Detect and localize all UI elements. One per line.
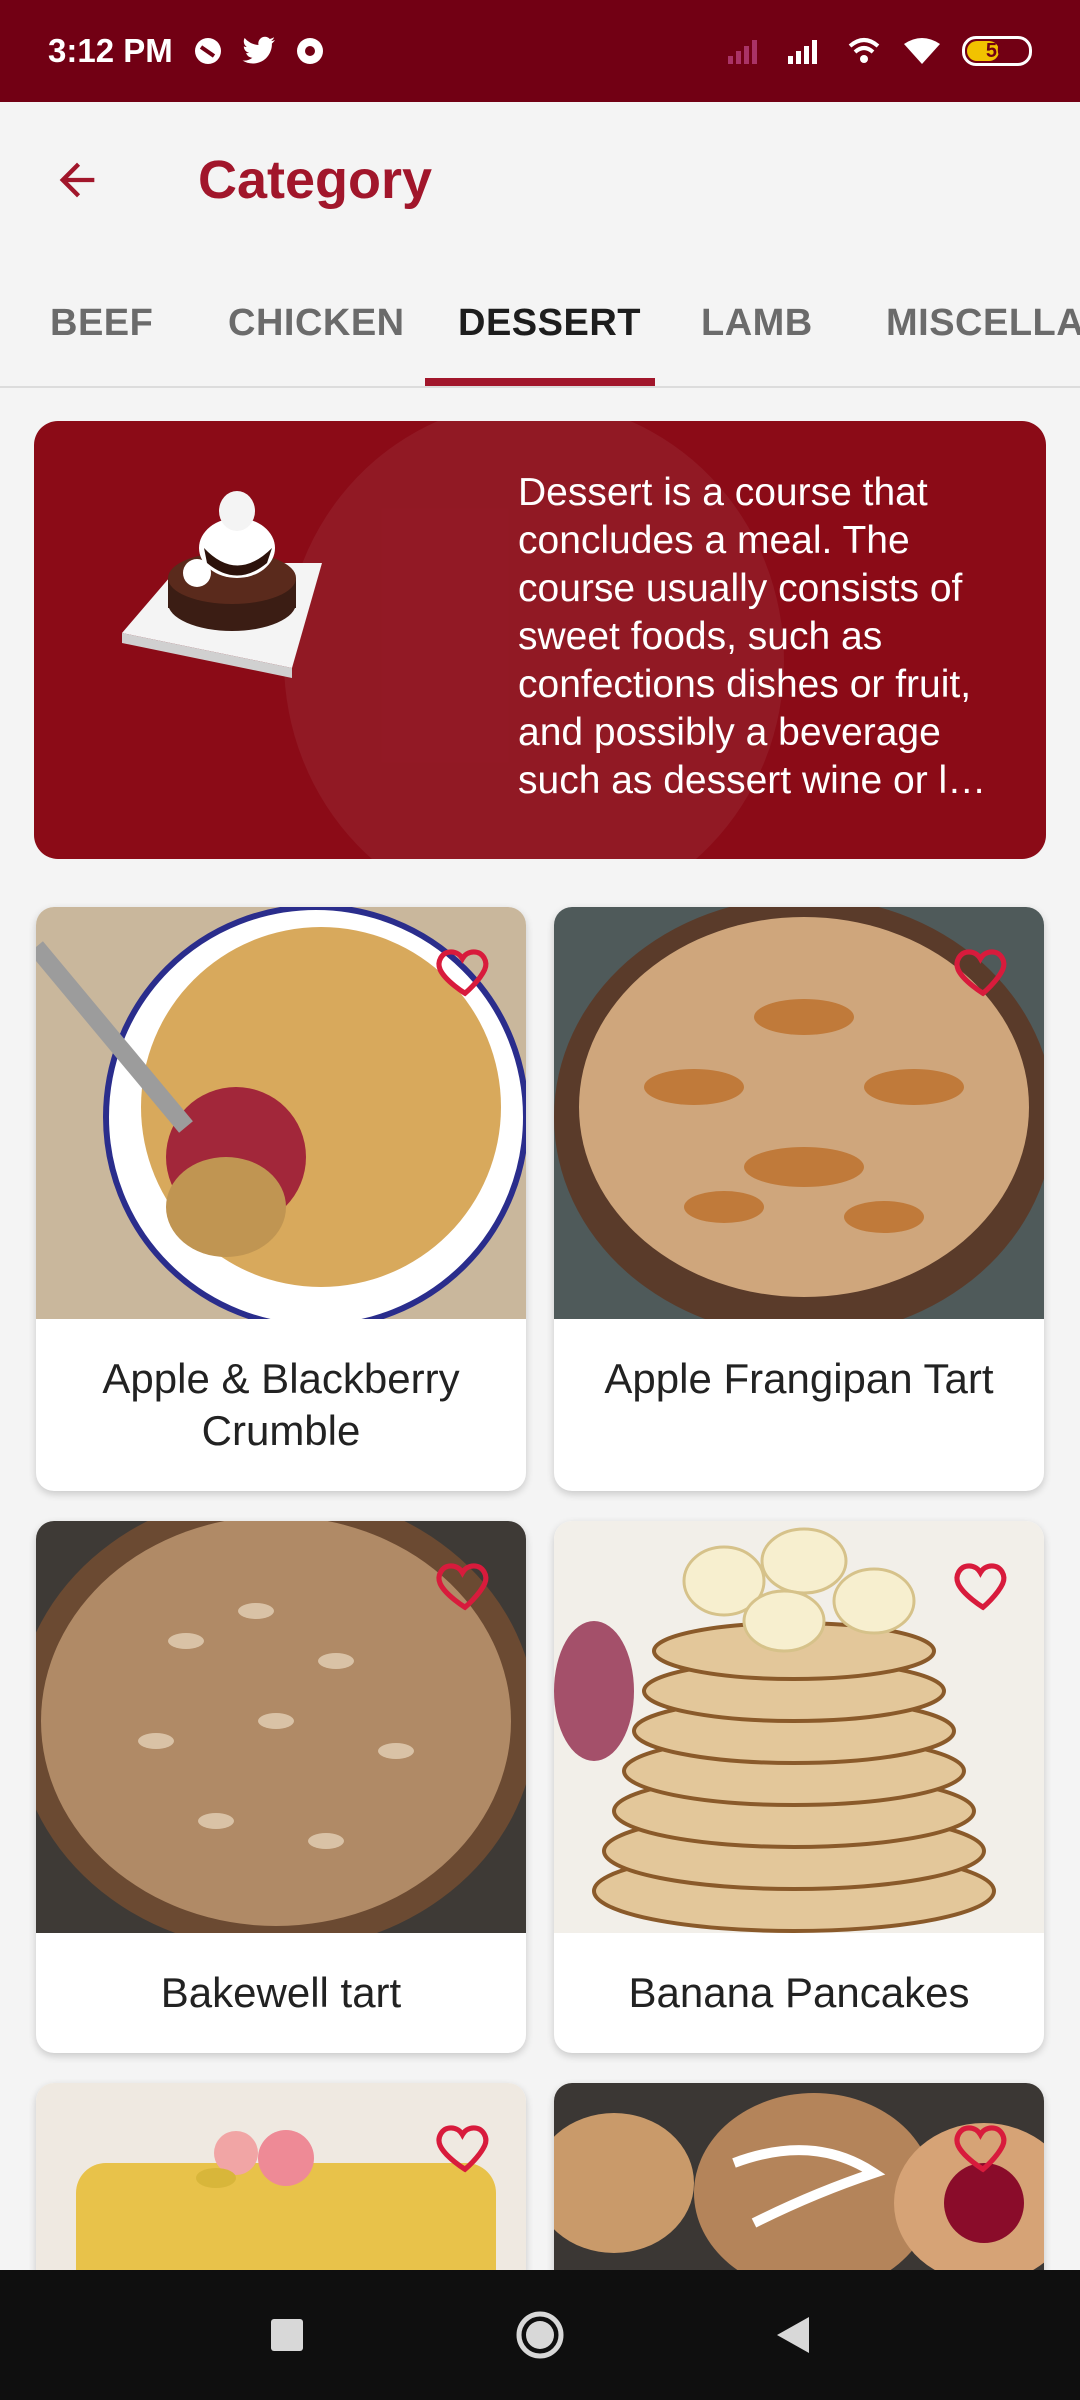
chrome-icon xyxy=(296,38,323,64)
favorite-icon[interactable] xyxy=(952,939,1014,1001)
favorite-icon[interactable] xyxy=(434,1553,496,1615)
status-time: 3:12 PM xyxy=(48,32,173,69)
do-not-disturb-icon xyxy=(194,38,221,64)
notification-icons xyxy=(193,36,325,66)
arrow-back-icon xyxy=(59,162,95,198)
home-button[interactable] xyxy=(515,2310,565,2360)
signal-off-icon xyxy=(728,40,757,64)
meal-name: Apple & Blackberry Crumble xyxy=(102,1355,460,1454)
category-description: Dessert is a course that concludes a mea… xyxy=(518,471,987,802)
tab-miscellaneous[interactable]: MISCELLAN xyxy=(886,258,1080,386)
back-nav-button[interactable] xyxy=(775,2315,811,2355)
favorite-icon[interactable] xyxy=(952,2115,1014,2177)
meal-card[interactable]: Bakewell tart xyxy=(36,1521,526,2053)
tab-beef[interactable]: BEEF xyxy=(50,258,153,386)
status-bar: 3:12 PM 50 xyxy=(0,0,1080,102)
meal-card[interactable]: Banana Pancakes xyxy=(554,1521,1044,2053)
page-title: Category xyxy=(198,150,433,210)
category-tabs: BEEF CHICKEN DESSERT LAMB MISCELLAN xyxy=(0,258,1080,388)
battery-percent: 50 xyxy=(985,39,1009,62)
favorite-icon[interactable] xyxy=(434,2115,496,2177)
meal-name: Apple Frangipan Tart xyxy=(604,1355,994,1402)
back-button[interactable] xyxy=(22,125,132,235)
meal-name: Bakewell tart xyxy=(160,1969,402,2016)
wifi-icon xyxy=(904,38,940,64)
favorite-icon[interactable] xyxy=(434,939,496,1001)
signal-icon xyxy=(788,40,817,64)
meal-card[interactable]: Apple Frangipan Tart xyxy=(554,907,1044,1491)
meal-image xyxy=(36,907,526,1330)
tab-lamb[interactable]: LAMB xyxy=(701,258,813,386)
meal-card[interactable]: Apple & Blackberry Crumble xyxy=(36,907,526,1491)
twitter-icon xyxy=(242,36,275,64)
tab-indicator xyxy=(425,378,655,386)
app-bar: Category xyxy=(0,102,1080,258)
wifi-calling-icon xyxy=(848,38,880,63)
meal-image xyxy=(554,1521,1044,1933)
favorite-icon[interactable] xyxy=(952,1553,1014,1615)
meal-image xyxy=(554,907,1044,1337)
tab-dessert[interactable]: DESSERT xyxy=(458,258,641,386)
system-nav-bar xyxy=(0,2270,1080,2400)
battery-icon: 50 xyxy=(962,36,1032,66)
meal-name: Banana Pancakes xyxy=(628,1969,970,2016)
system-icons: 50 xyxy=(726,36,1032,66)
recents-button[interactable] xyxy=(269,2317,305,2353)
dessert-image xyxy=(122,491,322,678)
tab-chicken[interactable]: CHICKEN xyxy=(228,258,405,386)
meal-image xyxy=(36,1521,526,1951)
category-banner: Dessert is a course that concludes a mea… xyxy=(34,421,1046,859)
